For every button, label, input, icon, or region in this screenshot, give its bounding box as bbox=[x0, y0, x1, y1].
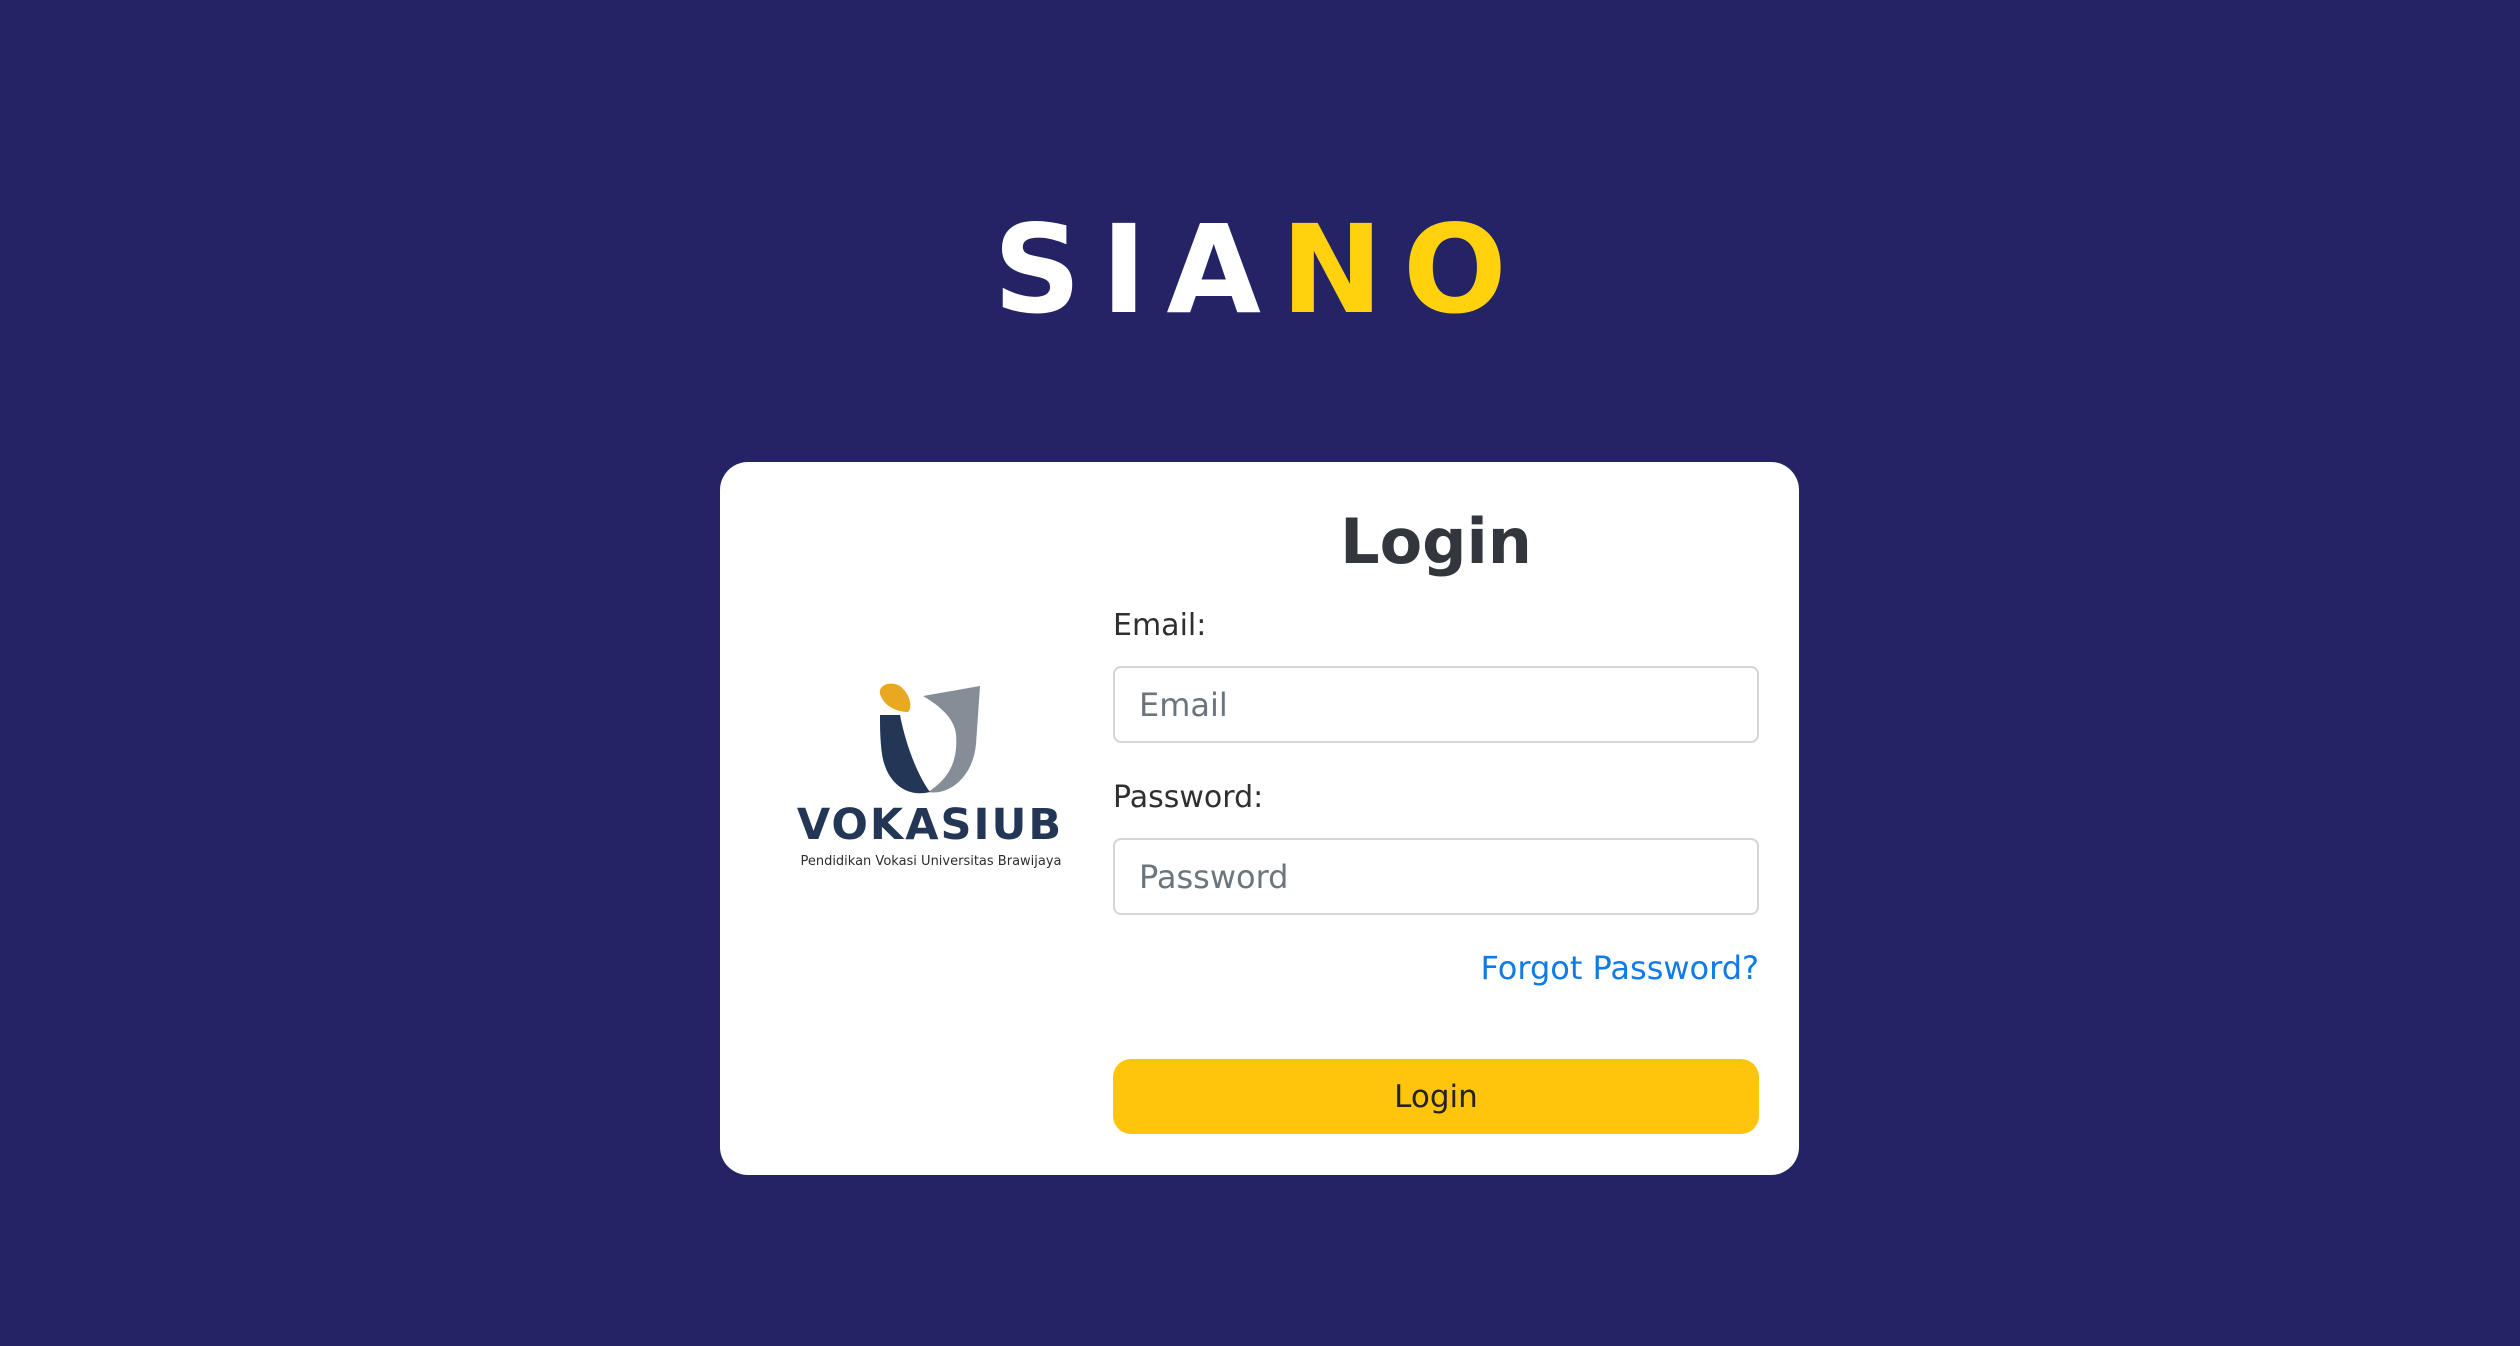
app-title: SIANO bbox=[0, 195, 2520, 345]
login-card: VOKASIUB Pendidikan Vokasi Universitas B… bbox=[720, 462, 1799, 1175]
email-label: Email: bbox=[1113, 608, 1207, 643]
password-label: Password: bbox=[1113, 780, 1264, 815]
password-input[interactable] bbox=[1113, 838, 1759, 915]
vokasi-logo: VOKASIUB Pendidikan Vokasi Universitas B… bbox=[780, 682, 1085, 882]
app-title-white: SIA bbox=[993, 199, 1281, 341]
email-input[interactable] bbox=[1113, 666, 1759, 743]
form-heading: Login bbox=[1340, 505, 1532, 578]
logo-wordmark: VOKASIUB bbox=[796, 800, 1064, 850]
forgot-password-link[interactable]: Forgot Password? bbox=[1481, 948, 1760, 988]
login-button[interactable]: Login bbox=[1113, 1059, 1759, 1134]
login-form: Login Email: Password: Forgot Password? … bbox=[1113, 462, 1759, 1175]
logo-tagline: Pendidikan Vokasi Universitas Brawijaya bbox=[800, 854, 1062, 869]
app-title-yellow: NO bbox=[1280, 199, 1527, 341]
vokasi-ub-logo-icon bbox=[879, 683, 980, 794]
